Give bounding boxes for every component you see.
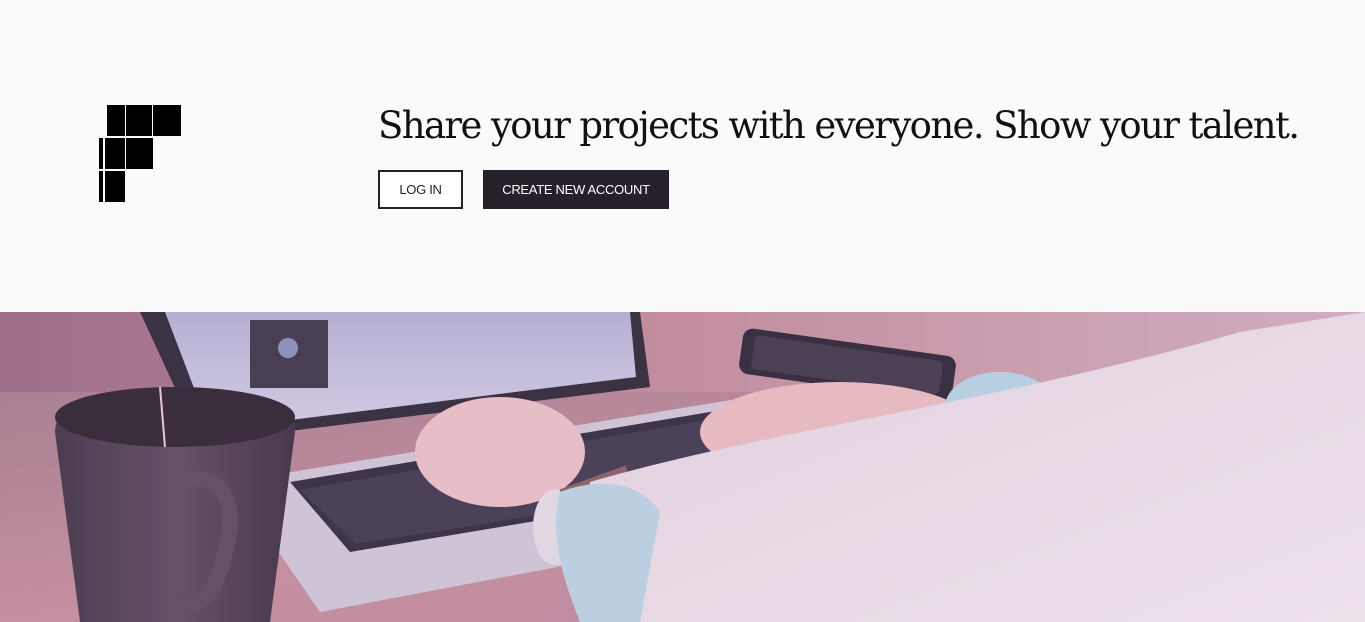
login-button[interactable]: LOG IN — [378, 170, 463, 209]
hero-image — [0, 312, 1365, 622]
hero-photo — [0, 312, 1365, 622]
header-section: Share your projects with everyone. Show … — [0, 0, 1365, 312]
logo-icon — [99, 105, 181, 202]
create-account-button[interactable]: CREATE NEW ACCOUNT — [483, 170, 669, 209]
page-headline: Share your projects with everyone. Show … — [378, 104, 1300, 147]
landing-page: Share your projects with everyone. Show … — [0, 0, 1365, 622]
